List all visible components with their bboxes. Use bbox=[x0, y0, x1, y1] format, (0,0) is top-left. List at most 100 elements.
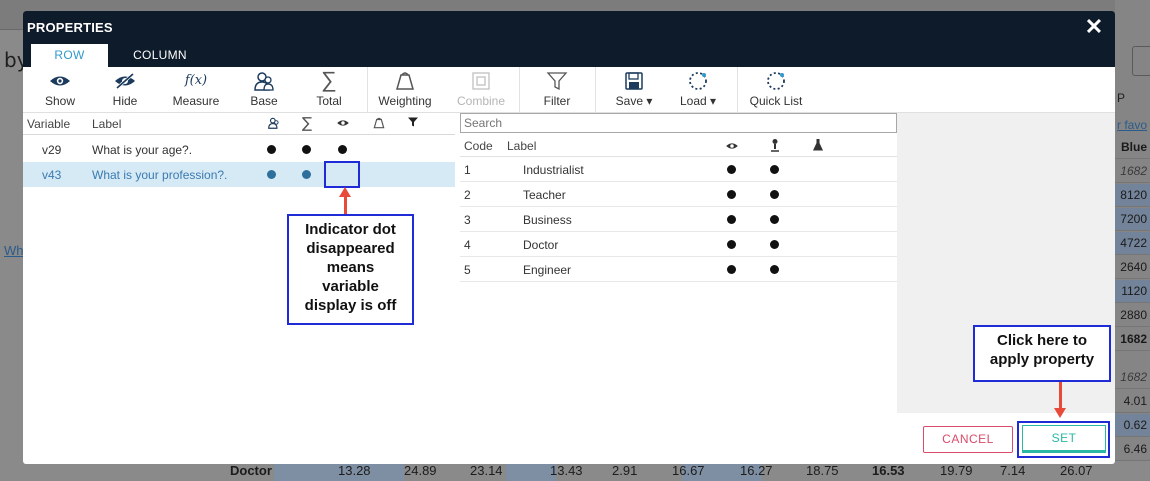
set-button[interactable]: SET bbox=[1022, 425, 1106, 453]
variable-label: What is your profession?. bbox=[92, 168, 228, 182]
code-value: 3 bbox=[464, 213, 471, 227]
sigma-icon: ∑ bbox=[321, 68, 337, 93]
code-value: 2 bbox=[464, 188, 471, 202]
code-label: Business bbox=[523, 213, 572, 227]
background-icon bbox=[1132, 46, 1150, 76]
cancel-button[interactable]: CANCEL bbox=[923, 426, 1013, 453]
callout-line: Click here to bbox=[996, 332, 1088, 349]
eye-slash-icon bbox=[103, 69, 147, 93]
indicator-arrow-line bbox=[344, 196, 347, 214]
background-doctor-row: Doctor 13.28 24.89 23.14 13.43 2.91 16.67 16.2… bbox=[0, 461, 1150, 481]
background-cell: 2640 bbox=[1115, 256, 1150, 279]
code-base-dot[interactable] bbox=[770, 265, 779, 274]
code-label: Engineer bbox=[523, 263, 572, 277]
background-value: 18.75 bbox=[806, 463, 839, 478]
code-label: Doctor bbox=[523, 238, 559, 252]
save-icon bbox=[607, 69, 661, 93]
background-cell: 6.46 bbox=[1115, 438, 1150, 461]
set-arrow-head bbox=[1054, 408, 1066, 418]
indicator-callout: Indicator dot disappeared means variable dis… bbox=[287, 214, 414, 325]
background-cell: 1120 bbox=[1115, 280, 1150, 303]
set-callout: Click here to apply property bbox=[973, 325, 1111, 382]
background-value: 24.89 bbox=[404, 463, 437, 478]
codes-header: Code Label bbox=[460, 135, 897, 157]
code-row[interactable]: 2 Teacher bbox=[460, 182, 897, 207]
background-value: 23.14 bbox=[470, 463, 503, 478]
background-value: 7.14 bbox=[1000, 463, 1026, 478]
combine-icon bbox=[453, 69, 509, 93]
label-column-header: Label bbox=[92, 117, 122, 131]
hide-button[interactable]: Hide bbox=[103, 67, 147, 113]
show-indicator-highlight bbox=[324, 161, 360, 188]
background-cell: 0.62 bbox=[1115, 414, 1150, 437]
code-label-column-header: Label bbox=[507, 139, 537, 153]
show-button[interactable]: Show bbox=[37, 67, 83, 113]
background-value: 16.27 bbox=[740, 463, 773, 478]
code-value: 1 bbox=[464, 163, 471, 177]
code-base-dot[interactable] bbox=[770, 190, 779, 199]
code-label: Teacher bbox=[523, 188, 566, 202]
code-flask-column-icon bbox=[812, 138, 824, 155]
variable-row[interactable]: v29 What is your age?. bbox=[23, 137, 455, 162]
code-base-column-icon bbox=[769, 138, 781, 155]
load-button[interactable]: Load ▾ bbox=[673, 67, 723, 113]
combine-label: Combine bbox=[456, 94, 506, 108]
callout-line: apply property bbox=[989, 351, 1095, 368]
background-cell: 1682 bbox=[1115, 366, 1150, 389]
code-value: 5 bbox=[464, 263, 471, 277]
users-icon bbox=[243, 69, 285, 93]
show-indicator-dot[interactable] bbox=[338, 145, 347, 154]
base-column-icon bbox=[267, 116, 281, 133]
callout-line: display is off bbox=[304, 297, 397, 314]
weighting-button[interactable]: Weighting bbox=[373, 67, 437, 113]
background-cell: 2880 bbox=[1115, 304, 1150, 327]
code-base-dot[interactable] bbox=[770, 165, 779, 174]
save-button[interactable]: Save ▾ bbox=[607, 67, 661, 113]
base-indicator-dot[interactable] bbox=[267, 170, 276, 179]
base-button[interactable]: Base bbox=[243, 67, 285, 113]
spinner-icon bbox=[673, 69, 723, 93]
quick-list-button[interactable]: Quick List bbox=[745, 67, 807, 113]
code-show-dot[interactable] bbox=[727, 215, 736, 224]
background-favorite-link: r favo bbox=[1117, 118, 1148, 132]
total-button[interactable]: ∑ Total bbox=[307, 67, 351, 113]
code-row[interactable]: 4 Doctor bbox=[460, 232, 897, 257]
base-indicator-dot[interactable] bbox=[267, 145, 276, 154]
dialog-title: PROPERTIES bbox=[27, 20, 113, 35]
code-show-dot[interactable] bbox=[727, 240, 736, 249]
code-row[interactable]: 3 Business bbox=[460, 207, 897, 232]
code-show-dot[interactable] bbox=[727, 190, 736, 199]
filter-icon bbox=[535, 69, 579, 93]
filter-label: Filter bbox=[543, 94, 571, 108]
background-column-header: P bbox=[1117, 91, 1126, 105]
callout-line: Indicator dot bbox=[305, 221, 396, 238]
properties-dialog: PROPERTIES ✕ ROW COLUMN Show Hide f(x) M… bbox=[23, 11, 1115, 464]
background-value: 16.67 bbox=[672, 463, 705, 478]
measure-button[interactable]: f(x) Measure bbox=[167, 67, 225, 113]
code-row[interactable]: 5 Engineer bbox=[460, 257, 897, 282]
background-value: 26.07 bbox=[1060, 463, 1093, 478]
weight-icon bbox=[373, 69, 437, 93]
tab-row[interactable]: ROW bbox=[31, 44, 108, 67]
variable-id: v29 bbox=[42, 143, 62, 157]
set-arrow-line bbox=[1059, 382, 1062, 408]
code-row[interactable]: 1 Industrialist bbox=[460, 157, 897, 182]
close-icon[interactable]: ✕ bbox=[1083, 16, 1105, 38]
code-base-dot[interactable] bbox=[770, 215, 779, 224]
total-label: Total bbox=[316, 94, 342, 108]
total-indicator-dot[interactable] bbox=[302, 170, 311, 179]
properties-toolbar: Show Hide f(x) Measure Base ∑ Total Weig… bbox=[23, 67, 1115, 113]
weight-column-icon bbox=[372, 116, 386, 133]
code-search-input[interactable] bbox=[460, 113, 897, 133]
combine-button[interactable]: Combine bbox=[453, 67, 509, 113]
code-show-dot[interactable] bbox=[727, 265, 736, 274]
tab-column[interactable]: COLUMN bbox=[120, 44, 200, 67]
variable-row[interactable]: v43 What is your profession?. bbox=[23, 162, 455, 187]
code-base-dot[interactable] bbox=[770, 240, 779, 249]
show-label: Show bbox=[44, 94, 76, 108]
total-indicator-dot[interactable] bbox=[302, 145, 311, 154]
code-value: 4 bbox=[464, 238, 471, 252]
background-cell: 7200 bbox=[1115, 208, 1150, 231]
code-show-dot[interactable] bbox=[727, 165, 736, 174]
filter-button[interactable]: Filter bbox=[535, 67, 579, 113]
